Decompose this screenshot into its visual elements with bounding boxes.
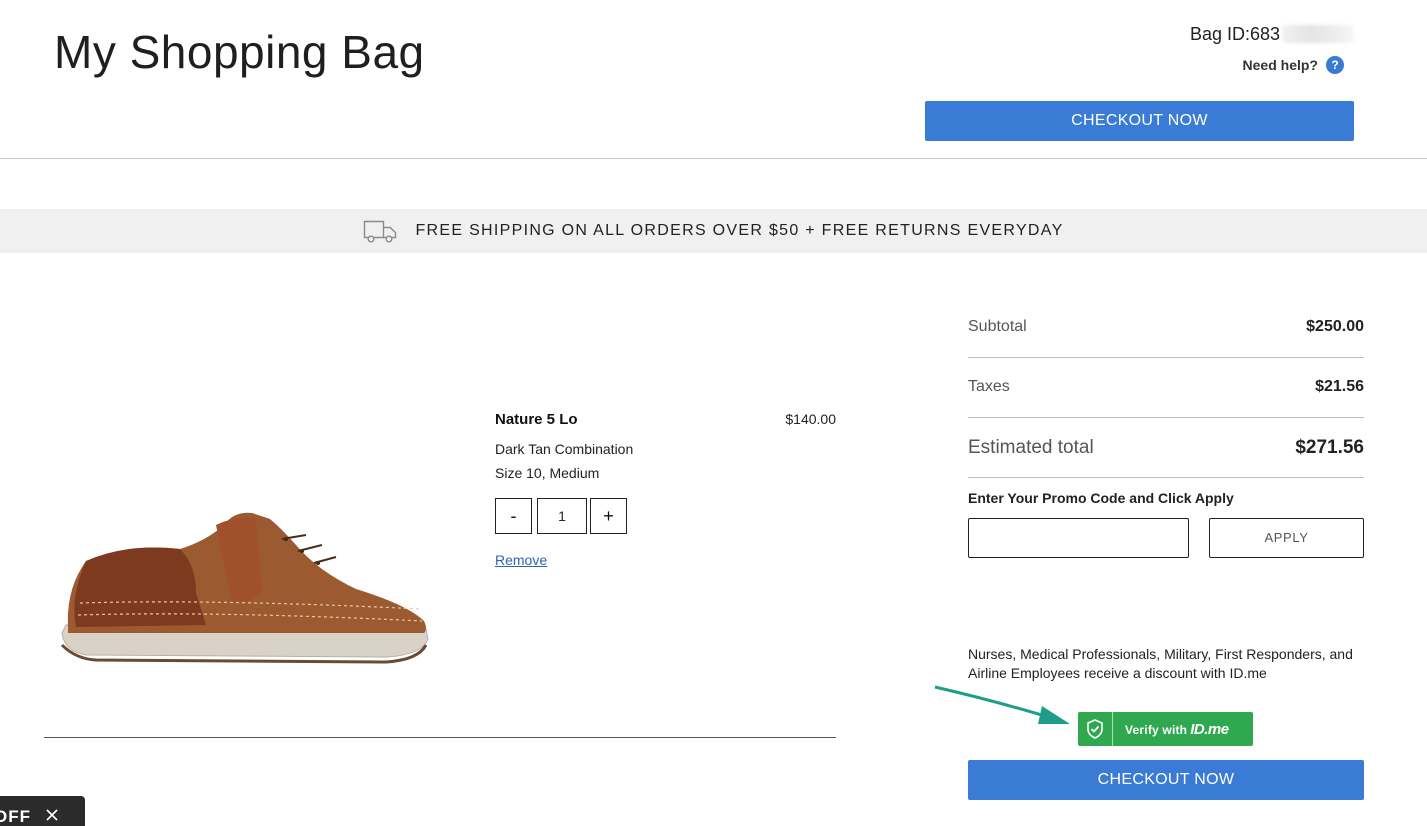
subtotal-label: Subtotal bbox=[968, 318, 1027, 335]
product-color: Dark Tan Combination bbox=[495, 441, 634, 457]
bag-id: Bag ID:683 bbox=[1154, 24, 1354, 44]
close-icon[interactable] bbox=[45, 796, 59, 826]
offer-tab-label: OFF bbox=[0, 807, 31, 826]
remove-item-link[interactable]: Remove bbox=[495, 552, 547, 568]
promo-code-input[interactable] bbox=[968, 518, 1189, 558]
product-size: Size 10, Medium bbox=[495, 465, 600, 481]
summary-divider bbox=[968, 417, 1364, 418]
header-divider bbox=[0, 158, 1427, 159]
truck-icon bbox=[364, 220, 397, 243]
verify-with-idme-label: Verify with ID.me bbox=[1113, 721, 1229, 738]
shield-check-icon bbox=[1078, 712, 1113, 746]
idme-discount-text: Nurses, Medical Professionals, Military,… bbox=[968, 646, 1353, 681]
page-title: My Shopping Bag bbox=[54, 26, 425, 78]
idme-logo: ID.me bbox=[1190, 720, 1229, 738]
taxes-row: Taxes $21.56 bbox=[968, 378, 1364, 396]
shoe-image bbox=[60, 512, 429, 664]
product-image[interactable] bbox=[56, 505, 444, 695]
summary-divider bbox=[968, 357, 1364, 358]
product-price: $140.00 bbox=[785, 411, 836, 427]
promo-code-label: Enter Your Promo Code and Click Apply bbox=[968, 490, 1234, 506]
subtotal-row: Subtotal $250.00 bbox=[968, 318, 1364, 336]
verify-with-text: Verify with bbox=[1125, 722, 1188, 737]
arrow-annotation-icon bbox=[934, 685, 1070, 724]
apply-promo-button[interactable]: APPLY bbox=[1209, 518, 1364, 558]
product-name[interactable]: Nature 5 Lo bbox=[495, 411, 578, 428]
bag-id-redacted bbox=[1282, 25, 1354, 43]
quantity-input[interactable] bbox=[537, 498, 587, 534]
estimated-total-value: $271.56 bbox=[1295, 437, 1364, 458]
item-divider bbox=[44, 737, 836, 738]
offer-tab[interactable]: OFF bbox=[0, 796, 85, 826]
need-help-label: Need help? bbox=[1242, 57, 1318, 73]
shipping-banner-text: FREE SHIPPING ON ALL ORDERS OVER $50 + F… bbox=[415, 222, 1064, 239]
taxes-label: Taxes bbox=[968, 378, 1010, 395]
quantity-decrease-button[interactable]: - bbox=[495, 498, 532, 534]
verify-with-idme-button[interactable]: Verify with ID.me bbox=[1078, 712, 1253, 746]
need-help-link[interactable]: Need help? ? bbox=[1243, 56, 1344, 74]
quantity-increase-button[interactable]: + bbox=[590, 498, 627, 534]
bag-id-label: Bag ID:683 bbox=[1189, 24, 1280, 44]
subtotal-value: $250.00 bbox=[1306, 318, 1364, 335]
shipping-banner: FREE SHIPPING ON ALL ORDERS OVER $50 + F… bbox=[0, 209, 1427, 253]
checkout-now-button-top[interactable]: CHECKOUT NOW bbox=[925, 101, 1354, 141]
checkout-now-button-bottom[interactable]: CHECKOUT NOW bbox=[968, 760, 1364, 800]
summary-divider bbox=[968, 477, 1364, 478]
estimated-total-label: Estimated total bbox=[968, 437, 1094, 458]
estimated-total-row: Estimated total $271.56 bbox=[968, 437, 1364, 459]
taxes-value: $21.56 bbox=[1315, 378, 1364, 395]
question-icon[interactable]: ? bbox=[1326, 56, 1344, 74]
